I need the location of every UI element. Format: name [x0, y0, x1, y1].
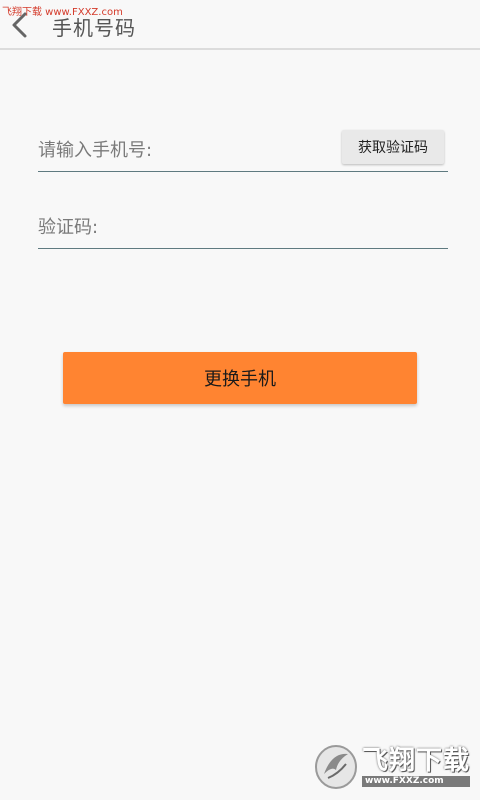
logo-title: 飞翔下载 — [362, 745, 471, 776]
app-bar: 飞翔下载 www.FXXZ.com 手机号码 — [0, 0, 480, 50]
watermark-logo: 飞翔下载 www.FXXZ.com — [314, 742, 474, 792]
get-code-button[interactable]: 获取验证码 — [342, 130, 444, 164]
verification-code-input[interactable] — [38, 212, 438, 242]
code-field-row — [38, 204, 448, 249]
logo-url: www.FXXZ.com — [362, 775, 471, 787]
phone-field-row: 获取验证码 — [38, 128, 448, 172]
page-title: 手机号码 — [52, 16, 136, 40]
phone-input[interactable] — [38, 135, 328, 165]
bird-logo-icon — [315, 745, 357, 789]
change-phone-button[interactable]: 更换手机 — [63, 352, 417, 404]
